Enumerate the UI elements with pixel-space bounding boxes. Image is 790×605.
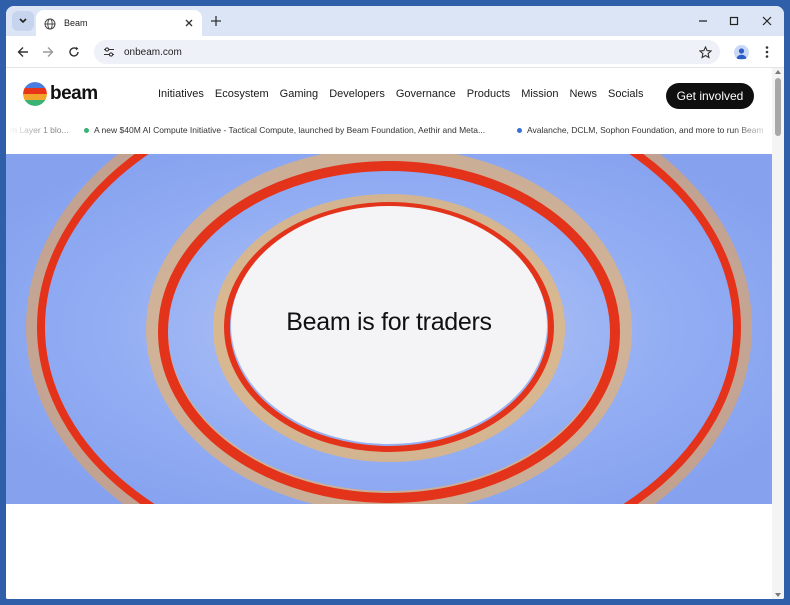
globe-icon [44,17,56,30]
scrollbar-thumb[interactable] [775,78,781,136]
nav-gaming[interactable]: Gaming [280,88,319,100]
beam-logo[interactable]: beam [23,82,98,106]
page-scrollbar[interactable] [772,68,784,599]
ticker-fade-right [732,120,772,142]
site-settings-icon[interactable] [102,45,116,59]
ticker-item-text: A new $40M AI Compute Initiative - Tacti… [94,125,486,135]
tab-list-icon[interactable] [12,11,34,31]
star-icon[interactable] [698,45,712,59]
browser-toolbar: onbeam.com [6,36,784,68]
browser-tab[interactable]: Beam [36,10,202,36]
scroll-up-icon[interactable] [775,70,781,74]
browser-window: Beam onbeam.com beam Initiatives Ecosyst… [6,6,784,599]
close-icon[interactable] [182,16,196,30]
site-header: beam Initiatives Ecosystem Gaming Develo… [6,68,772,118]
nav-products[interactable]: Products [467,88,510,100]
scroll-down-icon[interactable] [775,593,781,597]
url-text: onbeam.com [124,46,182,58]
forward-icon[interactable] [40,44,56,60]
logo-wordmark: beam [50,83,98,104]
reload-icon[interactable] [66,44,82,60]
ticker-fade-left [6,120,46,142]
plus-icon[interactable] [209,14,223,28]
ticker-item-text: Avalanche, DCLM, Sophon Foundation, and … [527,125,764,135]
nav-governance[interactable]: Governance [396,88,456,100]
hero-title: Beam is for traders [286,308,492,336]
ticker-item[interactable]: Avalanche, DCLM, Sophon Foundation, and … [517,125,764,135]
nav-developers[interactable]: Developers [329,88,385,100]
nav-news[interactable]: News [569,88,597,100]
beam-logo-icon [23,82,47,106]
nav-ecosystem[interactable]: Ecosystem [215,88,269,100]
tab-strip: Beam [6,6,784,36]
maximize-icon[interactable] [727,14,741,28]
close-window-icon[interactable] [760,14,774,28]
tab-title: Beam [64,18,88,28]
get-involved-button[interactable]: Get involved [666,83,754,109]
nav-socials[interactable]: Socials [608,88,643,100]
nav-initiatives[interactable]: Initiatives [158,88,204,100]
main-nav: Initiatives Ecosystem Gaming Developers … [158,88,654,100]
page-viewport: beam Initiatives Ecosystem Gaming Develo… [6,68,772,599]
back-icon[interactable] [15,44,31,60]
kebab-menu-icon[interactable] [764,45,770,59]
nav-mission[interactable]: Mission [521,88,558,100]
ticker-item[interactable]: A new $40M AI Compute Initiative - Tacti… [84,125,485,135]
minimize-icon[interactable] [696,14,710,28]
ticker-dot [84,127,89,133]
news-ticker: m Layer 1 blo... A new $40M AI Compute I… [6,120,772,142]
address-bar[interactable]: onbeam.com [94,40,720,64]
profile-icon[interactable] [734,45,749,60]
ticker-dot [517,127,522,133]
hero-section: Beam is for traders [6,154,772,504]
